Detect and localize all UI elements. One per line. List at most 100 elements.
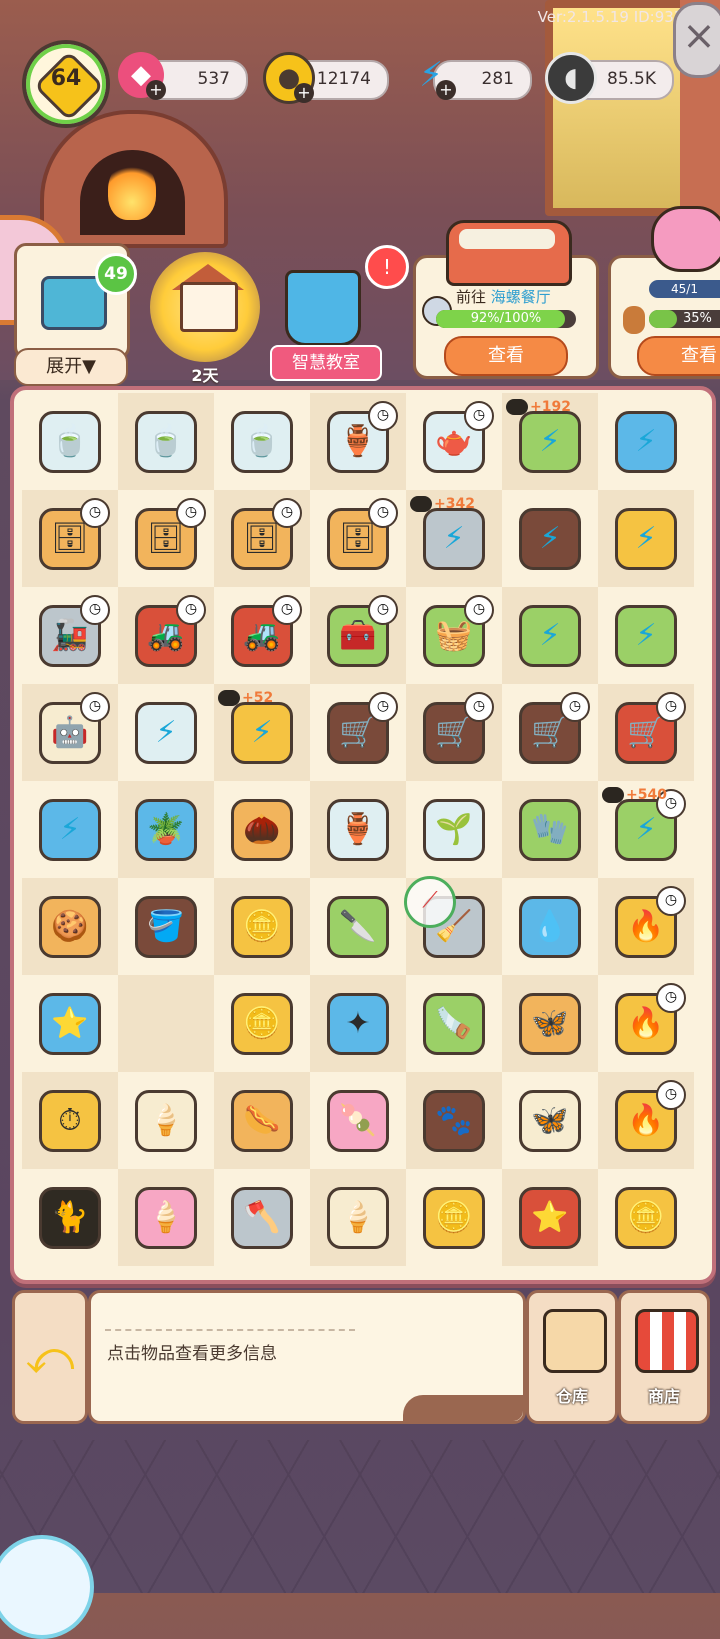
board-cell[interactable]: 🪙	[598, 1169, 694, 1266]
house-timer-widget[interactable]	[150, 252, 260, 362]
board-cell[interactable]: ⚡	[118, 684, 214, 781]
board-cell[interactable]: 🚂 ◷	[22, 587, 118, 684]
board-cell[interactable]: ⭐	[22, 975, 118, 1072]
energy-pot-icon[interactable]: ⚡	[231, 701, 293, 764]
energy-cup-icon[interactable]: ⚡	[135, 701, 197, 764]
board-cell[interactable]: 🍡	[310, 1072, 406, 1169]
board-cell[interactable]: ⚡	[502, 490, 598, 587]
board-cell[interactable]: 🔥 ◷	[598, 1072, 694, 1169]
board-cell[interactable]: 🗄 ◷	[118, 490, 214, 587]
energy-cabinet-icon[interactable]: ⚡	[519, 410, 581, 473]
shop-button[interactable]: 商店	[618, 1290, 710, 1424]
board-cell[interactable]: 🔥 ◷	[598, 878, 694, 975]
board-cell[interactable]: 🚜 ◷	[214, 587, 310, 684]
warehouse-button[interactable]: 仓库	[526, 1290, 618, 1424]
board-cell[interactable]: 🍵	[214, 393, 310, 490]
hand-saw-icon[interactable]: 🪚	[423, 992, 485, 1055]
board-cell[interactable]: 🗄 ◷	[310, 490, 406, 587]
flower-planter-icon[interactable]: 🪴	[135, 798, 197, 861]
board-cell[interactable]: ✦	[310, 975, 406, 1072]
energy-wooden-box-icon[interactable]: ⚡	[519, 507, 581, 570]
energy-basket-icon[interactable]: ⚡	[615, 507, 677, 570]
add-gem-icon[interactable]: +	[146, 80, 166, 100]
player-level-badge[interactable]: 64	[22, 40, 110, 128]
board-cell[interactable]: ⚡ ◷ +540	[598, 781, 694, 878]
smart-classroom-label[interactable]: 智慧教室	[270, 345, 382, 381]
energy-tool-bucket-icon[interactable]: ⚡	[615, 604, 677, 667]
board-cell[interactable]: 🍪	[22, 878, 118, 975]
board-cell[interactable]: 🪙	[214, 975, 310, 1072]
board-cell[interactable]: 🪙	[214, 878, 310, 975]
energy-tool-bucket-icon[interactable]: ⚡	[519, 604, 581, 667]
board-cell[interactable]: ⚡	[502, 587, 598, 684]
close-button[interactable]: ×	[673, 2, 720, 78]
coin-pair-icon[interactable]: 🪙	[231, 895, 293, 958]
popsicle-icon[interactable]: 🍡	[327, 1089, 389, 1152]
paw-glove-icon[interactable]: 🐾	[423, 1089, 485, 1152]
board-cell[interactable]: 🪙	[406, 1169, 502, 1266]
moth-icon[interactable]: 🦋	[519, 1089, 581, 1152]
energy-glass-cabinet-icon[interactable]: ⚡	[615, 410, 677, 473]
board-cell[interactable]: 🍦	[118, 1072, 214, 1169]
board-cell[interactable]: 🔥 ◷	[598, 975, 694, 1072]
board-cell[interactable]: 🫖 ◷	[406, 393, 502, 490]
board-cell[interactable]: ⚡ +52	[214, 684, 310, 781]
flower-teacup-icon[interactable]: 🍵	[39, 410, 101, 473]
trip-view-button[interactable]: 查看	[444, 336, 568, 376]
pruning-knife-icon[interactable]: 🔪	[327, 895, 389, 958]
small-vase-icon[interactable]: 🏺	[327, 798, 389, 861]
sprinkle-ice-cream-icon[interactable]: 🍦	[135, 1186, 197, 1249]
board-cell[interactable]: 🍵	[118, 393, 214, 490]
pocket-watch-icon[interactable]: ⏱	[39, 1089, 101, 1152]
board-cell[interactable]: 🍦	[118, 1169, 214, 1266]
board-cell[interactable]: 🧺 ◷	[406, 587, 502, 684]
board-cell[interactable]: 🏺	[310, 781, 406, 878]
board-cell[interactable]: ⚡ +342	[406, 490, 502, 587]
board-cell[interactable]: ⚡ +192	[502, 393, 598, 490]
coin-icon[interactable]: 🪙	[231, 992, 293, 1055]
board-cell[interactable]: 🧰 ◷	[310, 587, 406, 684]
almonds-icon[interactable]: 🌰	[231, 798, 293, 861]
corn-dog-icon[interactable]: 🌭	[231, 1089, 293, 1152]
corner-event-button[interactable]	[0, 1535, 94, 1639]
board-cell[interactable]: 🏺 ◷	[310, 393, 406, 490]
board-cell[interactable]	[118, 975, 214, 1072]
energy-toolbox-icon[interactable]: ⚡	[423, 507, 485, 570]
board-cell[interactable]: 🛒 ◷	[406, 684, 502, 781]
axe-icon[interactable]: 🪓	[231, 1186, 293, 1249]
board-cell[interactable]: 🧹 ⟋	[404, 876, 502, 975]
broken-cookie-icon[interactable]: 🍪	[39, 895, 101, 958]
expand-button[interactable]: 展开▼	[14, 348, 128, 386]
board-cell[interactable]: 🪣	[118, 878, 214, 975]
board-cell[interactable]: 💧	[502, 878, 598, 975]
add-coin-icon[interactable]: +	[294, 83, 314, 103]
board-cell[interactable]: ⚡	[598, 393, 694, 490]
board-cell[interactable]: ⭐	[502, 1169, 598, 1266]
board-cell[interactable]: 🌰	[214, 781, 310, 878]
clay-pot-icon[interactable]: 🪣	[135, 895, 197, 958]
coin-stack-icon[interactable]: 🪙	[423, 1186, 485, 1249]
board-cell[interactable]: ⚡	[598, 490, 694, 587]
board-cell[interactable]: ⚡	[22, 781, 118, 878]
event-view-button[interactable]: 查看	[637, 336, 720, 376]
coin-stack-icon[interactable]: 🪙	[615, 1186, 677, 1249]
moth-icon[interactable]: 🦋	[519, 992, 581, 1055]
board-cell[interactable]: 🛒 ◷	[310, 684, 406, 781]
board-cell[interactable]: 🛒 ◷	[598, 684, 694, 781]
board-cell[interactable]: 🦋	[502, 1072, 598, 1169]
event-card[interactable]: 45/1 35% 查看	[608, 206, 720, 379]
flower-teacup-icon[interactable]: 🍵	[231, 410, 293, 473]
board-cell[interactable]: 🐈	[22, 1169, 118, 1266]
board-cell[interactable]: ⏱	[22, 1072, 118, 1169]
flower-teacup-icon[interactable]: 🍵	[135, 410, 197, 473]
back-button[interactable]: ⤺	[12, 1290, 88, 1424]
board-cell[interactable]: 🌱	[406, 781, 502, 878]
board-cell[interactable]: 🍦	[310, 1169, 406, 1266]
board-cell[interactable]: 🧤	[502, 781, 598, 878]
sprout-vase-icon[interactable]: 🌱	[423, 798, 485, 861]
board-cell[interactable]: 🗄 ◷	[214, 490, 310, 587]
board-cell[interactable]: 🪓	[214, 1169, 310, 1266]
paint-bucket-icon[interactable]	[285, 270, 361, 346]
trip-card[interactable]: 前往 海螺餐厅 92%/100% 查看	[413, 220, 599, 379]
cat-silhouette-icon[interactable]: 🐈	[39, 1186, 101, 1249]
